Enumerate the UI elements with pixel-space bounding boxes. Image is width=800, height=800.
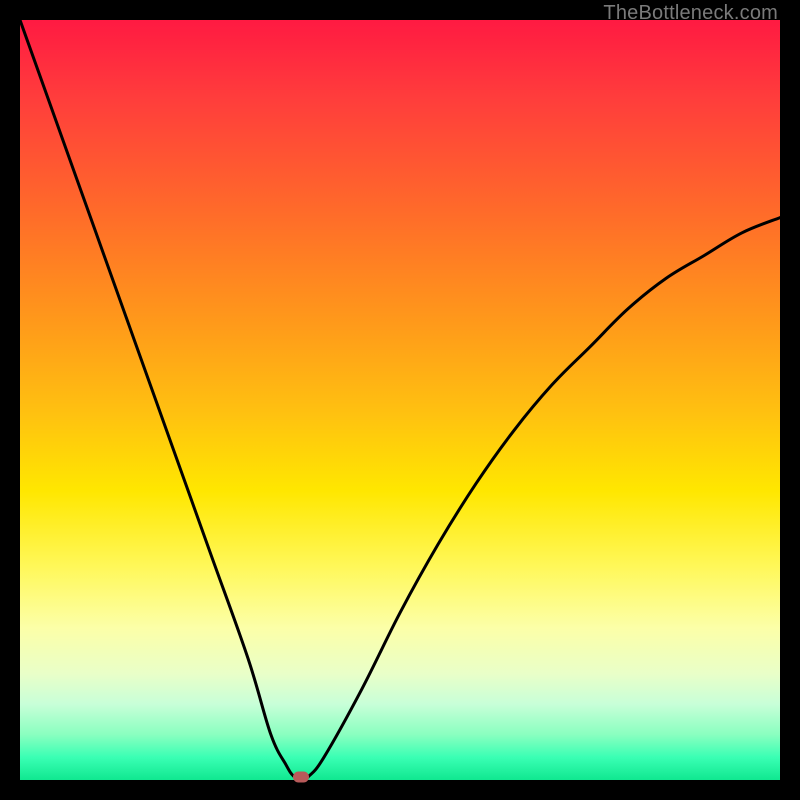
plot-area	[20, 20, 780, 780]
chart-frame: TheBottleneck.com	[0, 0, 800, 800]
minimum-marker	[293, 772, 309, 783]
bottleneck-curve	[20, 20, 780, 780]
